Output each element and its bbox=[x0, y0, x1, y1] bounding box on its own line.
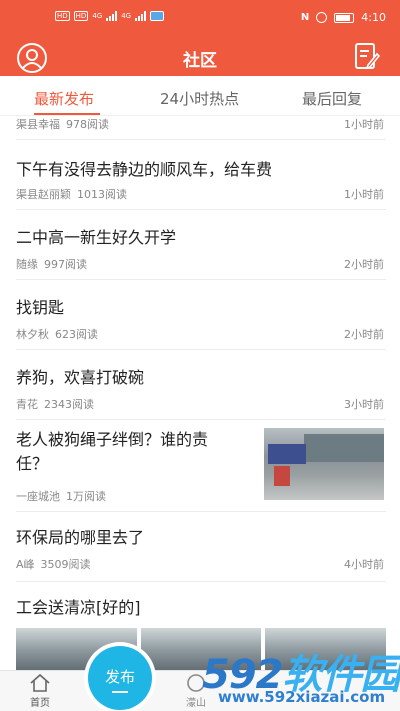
nav-home[interactable]: 首页 bbox=[10, 673, 70, 709]
system-status: N 4:10 bbox=[301, 11, 386, 24]
post-title: 环保局的哪里去了 bbox=[16, 528, 145, 547]
post-reads: 2343阅读 bbox=[44, 398, 94, 411]
publish-underline bbox=[112, 691, 128, 693]
app-header: 社区 bbox=[0, 38, 400, 76]
list-item[interactable]: 渠县幸福 978阅读 1小时前 bbox=[16, 116, 386, 140]
list-item[interactable]: 老人被狗绳子绊倒？谁的责 任？ 一座城池 1万阅读 bbox=[16, 420, 386, 512]
clock-time: 4:10 bbox=[361, 11, 386, 24]
post-time: 1小时前 bbox=[344, 188, 384, 201]
list-item[interactable]: 养狗，欢喜打破碗 青花 2343阅读 3小时前 bbox=[16, 350, 386, 420]
post-author: 随缘 bbox=[16, 258, 38, 271]
post-reads: 623阅读 bbox=[55, 328, 98, 341]
post-reads: 1万阅读 bbox=[66, 490, 106, 503]
post-meta: 渠县赵丽颖 1013阅读 bbox=[16, 186, 127, 202]
tab-bar: 最新发布 24小时热点 最后回复 bbox=[0, 76, 400, 116]
post-author: 渠县赵丽颖 bbox=[16, 188, 71, 201]
post-author: 渠县幸福 bbox=[16, 118, 60, 131]
post-author: 林夕秋 bbox=[16, 328, 49, 341]
nfc-icon: N bbox=[300, 12, 310, 23]
post-time: 2小时前 bbox=[344, 258, 384, 271]
post-feed[interactable]: 渠县幸福 978阅读 1小时前 下午有没得去静边的顺风车，给车费 渠县赵丽颖 101… bbox=[0, 116, 400, 670]
network-type-2: 4G bbox=[121, 12, 132, 20]
nav-home-label: 首页 bbox=[30, 698, 50, 709]
status-bar: HD HD 4G 4G N 4:10 bbox=[0, 0, 400, 38]
tab-24h-hot[interactable]: 24小时热点 bbox=[160, 88, 239, 109]
publish-label: 发布 bbox=[104, 668, 135, 686]
post-author: 一座城池 bbox=[16, 490, 60, 503]
compose-post-icon[interactable] bbox=[354, 42, 381, 72]
post-meta: 渠县幸福 978阅读 bbox=[16, 116, 109, 132]
post-title: 找钥匙 bbox=[16, 298, 65, 317]
post-reads: 978阅读 bbox=[66, 118, 109, 131]
list-item[interactable]: 二中高一新生好久开学 随缘 997阅读 2小时前 bbox=[16, 210, 386, 280]
watermark-url: www.592xiazai.com bbox=[218, 688, 386, 706]
post-meta: 一座城池 1万阅读 bbox=[16, 488, 106, 504]
post-meta: 青花 2343阅读 bbox=[16, 396, 94, 412]
post-reads: 997阅读 bbox=[44, 258, 87, 271]
post-author: A峰 bbox=[16, 558, 35, 571]
page-title: 社区 bbox=[183, 51, 217, 71]
post-reads: 3509阅读 bbox=[40, 558, 91, 571]
post-title-line-2: 任？ bbox=[16, 454, 49, 473]
post-title: 养狗，欢喜打破碗 bbox=[16, 368, 145, 387]
sim2-hd-badge: HD bbox=[73, 11, 89, 21]
post-time: 2小时前 bbox=[344, 328, 384, 341]
list-item[interactable]: 下午有没得去静边的顺风车，给车费 渠县赵丽颖 1013阅读 1小时前 bbox=[16, 140, 386, 210]
tab-latest[interactable]: 最新发布 bbox=[34, 88, 94, 109]
list-item[interactable]: 找钥匙 林夕秋 623阅读 2小时前 bbox=[16, 280, 386, 350]
tab-last-reply[interactable]: 最后回复 bbox=[302, 88, 362, 109]
list-item[interactable]: 环保局的哪里去了 A峰 3509阅读 4小时前 bbox=[16, 512, 386, 582]
post-meta: A峰 3509阅读 bbox=[16, 556, 91, 572]
active-tab-indicator bbox=[34, 113, 100, 115]
post-thumbnail[interactable] bbox=[264, 428, 384, 500]
post-meta: 随缘 997阅读 bbox=[16, 256, 87, 272]
battery-icon bbox=[334, 12, 355, 23]
post-title: 下午有没得去静边的顺风车，给车费 bbox=[16, 160, 273, 179]
sim1-hd-badge: HD bbox=[55, 11, 70, 21]
post-time: 3小时前 bbox=[344, 398, 384, 411]
signal-icon-1 bbox=[106, 11, 118, 21]
alarm-icon bbox=[316, 12, 328, 23]
post-time: 4小时前 bbox=[344, 558, 384, 571]
network-type-1: 4G bbox=[92, 12, 103, 20]
post-reads: 1013阅读 bbox=[77, 188, 127, 201]
signal-indicators: HD HD 4G 4G bbox=[55, 11, 165, 21]
post-time: 1小时前 bbox=[344, 118, 384, 131]
signal-icon-2 bbox=[135, 11, 147, 21]
post-author: 青花 bbox=[16, 398, 38, 411]
post-title-line-1: 老人被狗绳子绊倒？谁的责 bbox=[16, 430, 209, 449]
post-title: 二中高一新生好久开学 bbox=[16, 228, 177, 247]
publish-button[interactable]: 发布 bbox=[88, 646, 152, 710]
watermark: 592软件园 www.592xiazai.com bbox=[196, 640, 400, 711]
post-title: 工会送清凉[好的] bbox=[16, 598, 141, 617]
wifi-calling-icon bbox=[150, 11, 165, 21]
post-meta: 林夕秋 623阅读 bbox=[16, 326, 98, 342]
home-icon bbox=[29, 673, 51, 693]
